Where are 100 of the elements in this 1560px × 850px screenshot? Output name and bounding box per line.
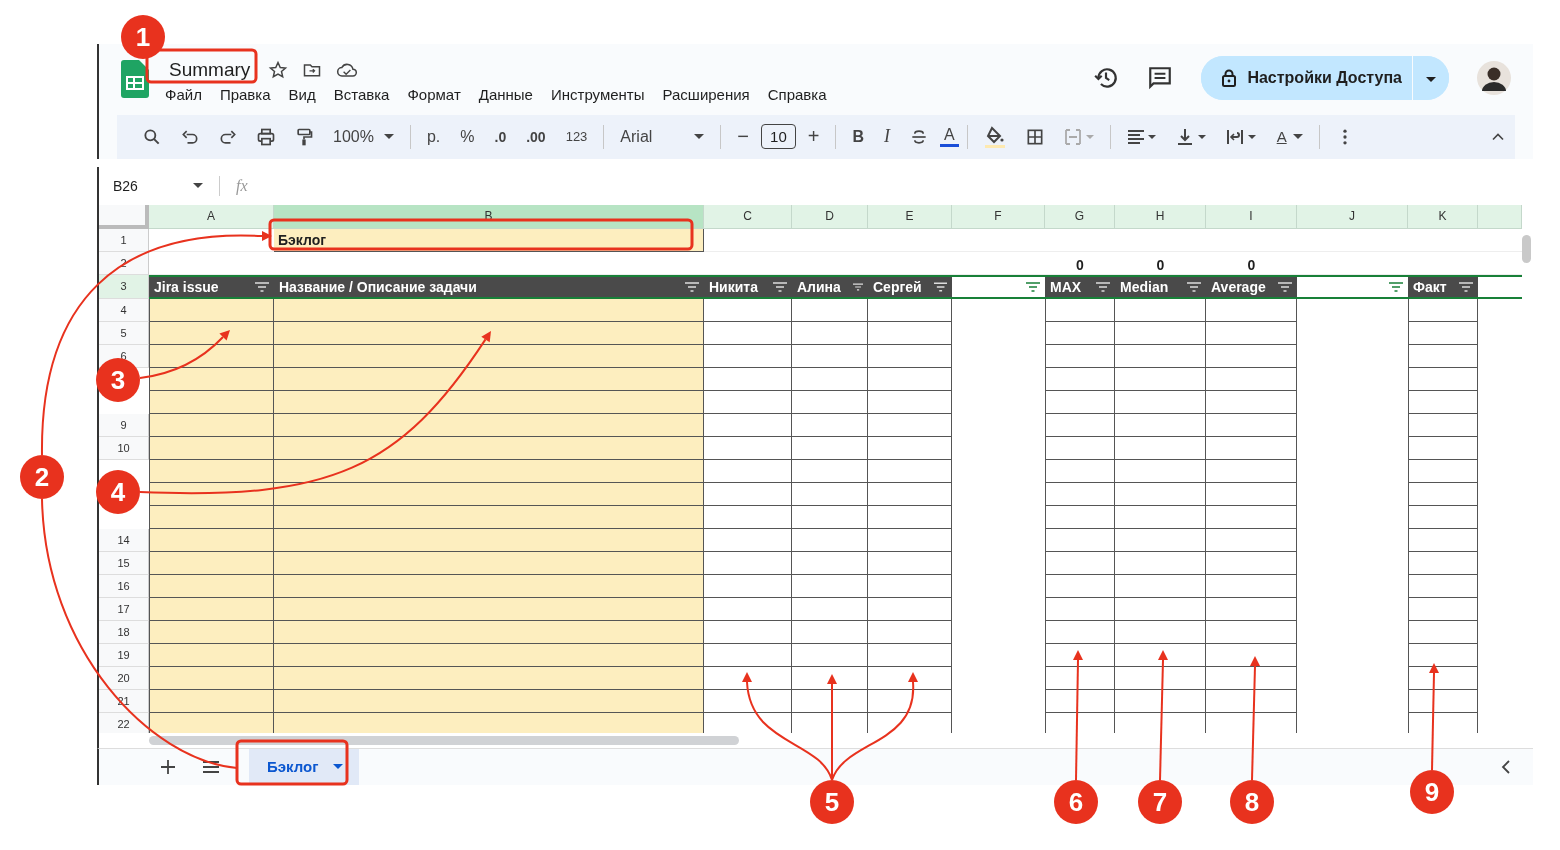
callout-badge: 7 — [1138, 780, 1182, 824]
column-header[interactable]: G — [1045, 204, 1115, 229]
avatar[interactable] — [1477, 61, 1511, 95]
percent-button[interactable]: % — [452, 125, 483, 148]
header-text: Median — [1120, 278, 1169, 295]
header-text: MAX — [1050, 278, 1082, 295]
table-cell — [1408, 321, 1478, 345]
zoom-dropdown[interactable]: 100% — [325, 125, 402, 148]
filter-icon[interactable] — [852, 281, 863, 292]
row-header[interactable]: 10 — [99, 436, 149, 460]
menu-item[interactable]: Данные — [478, 86, 533, 103]
column-header[interactable]: F — [952, 204, 1045, 229]
menu-item[interactable]: Правка — [219, 86, 271, 103]
callout-badge: 4 — [96, 470, 140, 514]
caret-icon — [1292, 133, 1303, 140]
table-cell — [1408, 551, 1478, 575]
row-header[interactable]: 18 — [99, 620, 149, 644]
table-cell — [1045, 482, 1115, 506]
table-cell: 0 — [1206, 251, 1297, 275]
table-cell — [1045, 459, 1115, 483]
column-header[interactable]: H — [1115, 204, 1206, 229]
search-icon[interactable] — [142, 126, 162, 147]
column-header[interactable]: J — [1297, 204, 1408, 229]
bold-button[interactable]: B — [844, 125, 872, 148]
column-header[interactable]: A — [149, 204, 274, 229]
menu-item[interactable]: Справка — [767, 86, 827, 103]
paint-format-icon[interactable] — [294, 126, 314, 147]
filter-icon[interactable] — [1026, 281, 1040, 292]
row-header[interactable]: 16 — [99, 574, 149, 598]
sheets-logo-icon[interactable] — [121, 60, 149, 98]
row-header[interactable]: 19 — [99, 643, 149, 667]
table-cell — [1408, 367, 1478, 391]
decrease-decimals-button[interactable]: .0 — [486, 126, 515, 147]
column-header[interactable]: K — [1408, 204, 1478, 229]
sheet-list-icon[interactable] — [203, 761, 219, 773]
table-cell — [1045, 620, 1115, 644]
currency-button[interactable]: р. — [418, 125, 449, 148]
print-icon[interactable] — [256, 126, 276, 147]
table-cell — [1045, 505, 1115, 529]
font-size-field[interactable]: 10 — [761, 124, 796, 150]
callout-badge: 2 — [20, 455, 64, 499]
increase-decimals-button[interactable]: .00 — [518, 126, 554, 147]
history-icon[interactable] — [1093, 65, 1120, 91]
table-cell — [1408, 459, 1478, 483]
table-cell — [1408, 528, 1478, 552]
number-format-button[interactable]: 123 — [557, 127, 596, 147]
text-rotation-button[interactable]: A — [1268, 126, 1311, 148]
vertical-scrollbar[interactable] — [1522, 234, 1531, 263]
fill-color-icon[interactable] — [982, 124, 1007, 149]
column-header[interactable]: D — [792, 204, 868, 229]
add-sheet-icon[interactable] — [161, 760, 175, 774]
increase-size-button[interactable]: + — [799, 123, 828, 151]
menu-item[interactable]: Формат — [407, 86, 461, 103]
row-header[interactable]: 4 — [99, 298, 149, 322]
row-header[interactable]: 15 — [99, 551, 149, 575]
decrease-size-button[interactable]: − — [729, 123, 758, 151]
star-icon[interactable] — [268, 60, 289, 80]
table-cell — [1408, 436, 1478, 460]
column-header[interactable]: I — [1206, 204, 1297, 229]
row-header[interactable]: 5 — [99, 321, 149, 345]
horizontal-scrollbar[interactable] — [149, 736, 739, 746]
chevron-left-icon[interactable] — [1501, 760, 1511, 774]
callout-badge: 3 — [96, 358, 140, 402]
row-header[interactable]: 17 — [99, 597, 149, 621]
caret-icon — [694, 133, 705, 140]
table-cell — [1408, 505, 1478, 529]
filter-icon[interactable] — [1389, 281, 1403, 292]
table-cell — [1045, 528, 1115, 552]
lock-icon — [1221, 69, 1238, 87]
font-dropdown[interactable]: Arial — [612, 125, 713, 148]
callout-badge: 5 — [810, 780, 854, 824]
column-header[interactable]: C — [704, 204, 792, 229]
share-button[interactable]: Настройки Доступа — [1201, 56, 1413, 100]
menu-item[interactable]: Файл — [165, 86, 202, 103]
header-text: Алина — [797, 278, 841, 295]
italic-button[interactable]: I — [876, 124, 898, 150]
table-cell — [1408, 482, 1478, 506]
sheet-tab[interactable]: Бэклог — [249, 749, 359, 785]
document-title[interactable]: Summary — [165, 59, 255, 81]
merge-cells-icon[interactable] — [1062, 126, 1095, 147]
callout-badge: 9 — [1410, 770, 1454, 814]
comment-icon[interactable] — [1147, 65, 1174, 91]
menu-item[interactable]: Расширения — [662, 86, 750, 103]
table-cell: 0 — [1045, 251, 1115, 275]
callout-badge: 1 — [121, 15, 165, 59]
column-header[interactable]: E — [868, 204, 952, 229]
table-cell — [1408, 597, 1478, 621]
menu-item[interactable]: Вид — [288, 86, 316, 103]
name-box[interactable]: B26 — [113, 177, 183, 194]
table-cell — [1408, 643, 1478, 667]
caret-icon[interactable] — [193, 182, 203, 189]
caret-icon — [383, 133, 394, 140]
table-cell — [1045, 551, 1115, 575]
row-header[interactable]: 14 — [99, 528, 149, 552]
row-header[interactable]: 1 — [99, 228, 149, 252]
vertical-align-icon[interactable] — [1175, 126, 1208, 147]
menu-item[interactable]: Инструменты — [550, 86, 645, 103]
row-header[interactable]: 9 — [99, 413, 149, 437]
text-color-button[interactable]: A — [940, 126, 959, 148]
menu-item[interactable]: Вставка — [333, 86, 390, 103]
